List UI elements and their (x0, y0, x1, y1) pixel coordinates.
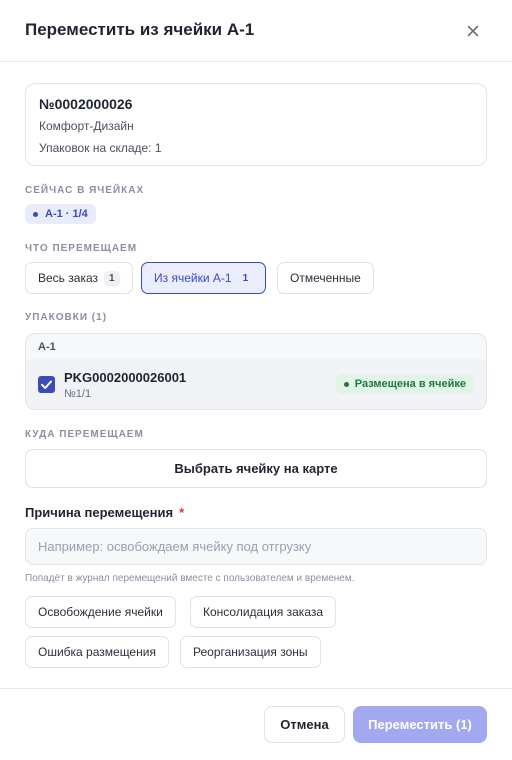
preset-consolidation[interactable]: Консолидация заказа (190, 596, 337, 628)
option-from-cell-label: Из ячейки А-1 (154, 271, 232, 285)
move-dialog: Переместить из ячейки А-1 №0002000026 Ко… (0, 0, 512, 760)
package-status-text: Размещена в ячейке (354, 378, 466, 390)
reason-input[interactable] (25, 528, 487, 565)
preset-placement-error[interactable]: Ошибка размещения (25, 636, 169, 668)
order-client: Комфорт-Дизайн (39, 119, 134, 133)
move-submit-button[interactable]: Переместить (1) (353, 706, 487, 743)
dialog-title: Переместить из ячейки А-1 (25, 20, 255, 39)
current-cells-label: СЕЙЧАС В ЯЧЕЙКАХ (25, 185, 145, 196)
dialog-header: Переместить из ячейки А-1 (0, 0, 512, 62)
order-number: №0002000026 (39, 96, 133, 112)
order-card: №0002000026 Комфорт-Дизайн Упаковок на с… (25, 83, 487, 166)
check-icon (41, 380, 52, 389)
packages-label: УПАКОВКИ (1) (25, 312, 108, 323)
option-marked[interactable]: Отмеченные (277, 262, 374, 294)
dialog-footer: Отмена Переместить (1) (0, 688, 512, 760)
package-checkbox[interactable] (38, 376, 55, 393)
current-cell-chip: А-1 · 1/4 (25, 204, 96, 224)
preset-free-cell[interactable]: Освобождение ячейки (25, 596, 176, 628)
packages-group-header: А-1 (38, 341, 56, 353)
reason-hint: Попадёт в журнал перемещений вместе с по… (25, 573, 355, 584)
option-whole-order-count: 1 (104, 270, 120, 286)
required-mark: * (179, 505, 185, 520)
status-dot (343, 381, 349, 387)
package-row[interactable]: PKG0002000026001 №1/1 Размещена в ячейке (26, 359, 486, 409)
option-whole-order-label: Весь заказ (38, 271, 98, 285)
close-icon (467, 25, 479, 37)
destination-label: КУДА ПЕРЕМЕЩАЕМ (25, 429, 144, 440)
choose-cell-on-map-button[interactable]: Выбрать ячейку на карте (25, 449, 487, 488)
option-marked-label: Отмеченные (290, 271, 361, 285)
close-button[interactable] (462, 20, 484, 42)
option-from-cell-count: 1 (242, 272, 249, 284)
package-sub: №1/1 (64, 388, 92, 400)
order-packs-count: Упаковок на складе: 1 (39, 141, 162, 155)
preset-zone-reorganization[interactable]: Реорганизация зоны (180, 636, 321, 668)
what-to-move-label: ЧТО ПЕРЕМЕЩАЕМ (25, 243, 138, 254)
reason-label-text: Причина перемещения (25, 505, 174, 520)
reason-label: Причина перемещения * (25, 505, 184, 520)
option-whole-order[interactable]: Весь заказ 1 (25, 262, 133, 294)
cancel-button[interactable]: Отмена (264, 706, 345, 743)
packages-list: А-1 PKG0002000026001 №1/1 Размещена в яч… (25, 333, 487, 410)
package-status-badge: Размещена в ячейке (335, 374, 474, 394)
chip-dot (33, 211, 38, 217)
package-id: PKG0002000026001 (64, 370, 187, 385)
option-from-cell[interactable]: Из ячейки А-1 1 (141, 262, 267, 294)
current-cell-chip-text: А-1 · 1/4 (45, 208, 88, 220)
